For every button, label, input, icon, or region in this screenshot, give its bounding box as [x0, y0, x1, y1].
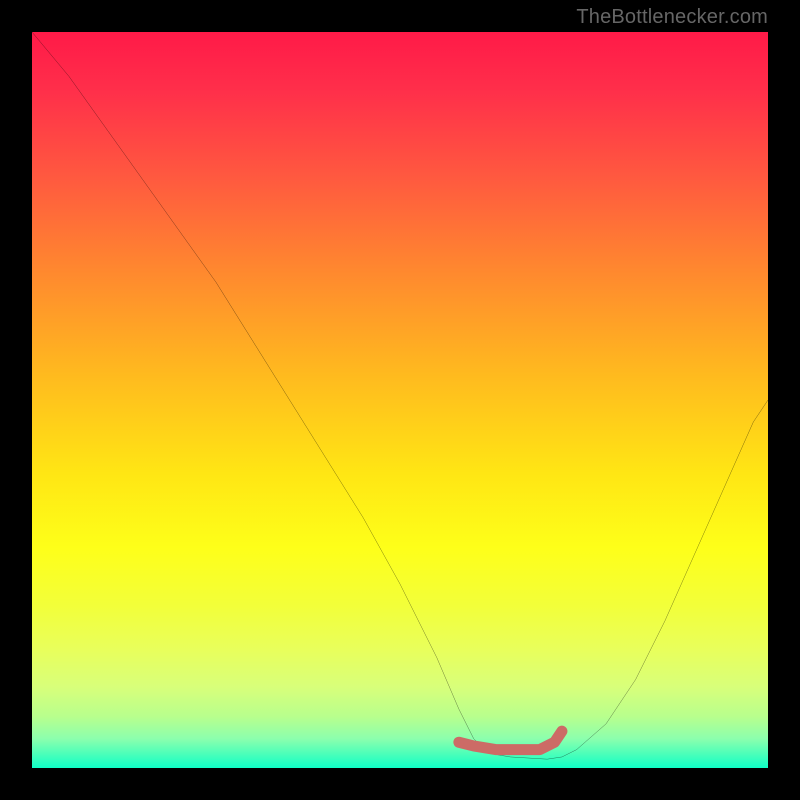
brand-label: TheBottlenecker.com	[576, 6, 768, 29]
bottleneck-chart	[32, 32, 768, 768]
sweet-spot-marker-dot	[454, 737, 464, 747]
chart-svg	[32, 32, 768, 768]
bottleneck-curve-line	[32, 32, 768, 759]
sweet-spot-marker-line	[459, 731, 562, 749]
